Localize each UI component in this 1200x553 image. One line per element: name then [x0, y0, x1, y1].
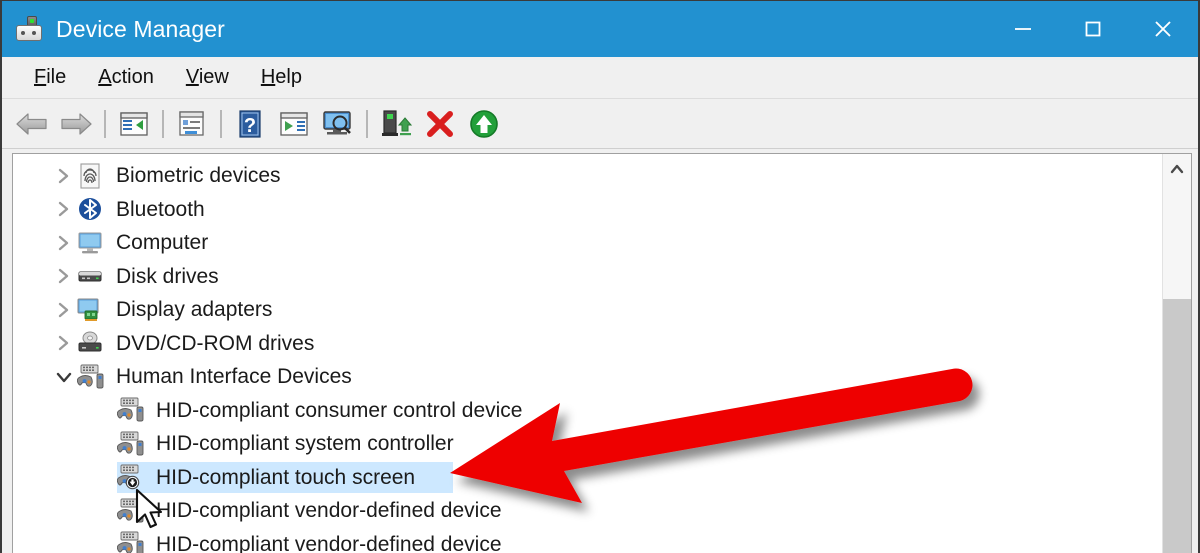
close-button[interactable] — [1128, 1, 1198, 57]
menu-label-rest: ction — [111, 66, 154, 88]
scan-for-hardware-changes-icon — [323, 110, 351, 134]
hid-device-icon — [116, 498, 147, 524]
hid-device-icon — [116, 431, 147, 457]
tree-row-hid-vendor-defined-2[interactable]: HID-compliant vendor-defined device — [13, 528, 1163, 553]
device-tree: Biometric devices Bluetooth Computer Dis… — [13, 154, 1163, 553]
tree-row-label: HID-compliant vendor-defined device — [156, 532, 502, 553]
maximize-button[interactable] — [1058, 1, 1128, 57]
display-adapter-icon — [77, 297, 107, 323]
tree-row-label: Computer — [116, 231, 209, 255]
action-menu-button[interactable] — [272, 104, 316, 144]
menu-item-help[interactable]: Help — [245, 64, 318, 91]
menu-accelerator: V — [185, 66, 199, 88]
tree-row-display-adapters[interactable]: Display adapters — [13, 293, 1163, 327]
disk-drive-icon — [77, 263, 107, 289]
menu-label-rest: elp — [275, 66, 302, 88]
tree-row-label: Disk drives — [116, 264, 219, 288]
title-bar[interactable]: Device Manager — [2, 1, 1198, 57]
hid-device-icon — [116, 531, 147, 553]
dvd-cdrom-drive-icon — [77, 330, 107, 356]
menu-item-action[interactable]: Action — [82, 64, 170, 91]
menu-label-rest: iew — [198, 66, 229, 88]
window-title: Device Manager — [56, 15, 225, 42]
chevron-right-icon[interactable] — [51, 167, 77, 185]
menu-item-file[interactable]: File — [18, 64, 82, 91]
menu-bar: File Action View Help — [2, 57, 1198, 99]
red-x-uninstall-icon — [427, 110, 453, 137]
back-button[interactable] — [10, 104, 54, 144]
menu-item-view[interactable]: View — [170, 64, 245, 91]
tree-row-hid-touch-screen[interactable]: HID-compliant touch screen — [13, 461, 1163, 495]
separator-1 — [104, 109, 106, 138]
hid-device-icon — [76, 364, 107, 390]
computer-monitor-icon — [77, 230, 107, 256]
svg-text:?: ? — [244, 115, 256, 137]
menu-label-rest: ile — [46, 66, 67, 88]
separator-2 — [162, 109, 164, 138]
forward-button[interactable] — [54, 104, 98, 144]
chevron-right-icon[interactable] — [51, 234, 77, 252]
minimize-button[interactable] — [988, 1, 1058, 57]
separator-4 — [366, 109, 368, 138]
properties-icon — [179, 110, 204, 136]
scrollbar-thumb[interactable] — [1163, 299, 1191, 553]
tree-row-label: DVD/CD-ROM drives — [116, 331, 315, 355]
bluetooth-icon — [77, 196, 107, 222]
tree-row-computer[interactable]: Computer — [13, 226, 1163, 260]
tree-row-hid-vendor-defined-1[interactable]: HID-compliant vendor-defined device — [13, 494, 1163, 528]
show-hide-console-tree-icon — [120, 111, 148, 136]
chevron-down-icon[interactable] — [51, 370, 77, 384]
forward-arrow-icon — [61, 112, 92, 135]
scrollbar-track[interactable] — [1163, 184, 1191, 553]
tree-row-disk-drives[interactable]: Disk drives — [13, 260, 1163, 294]
separator-3 — [220, 109, 222, 138]
properties-button[interactable] — [170, 104, 214, 144]
device-manager-window: Device Manager File Action View Help ? B… — [0, 0, 1200, 553]
tree-row-label: HID-compliant consumer control device — [156, 398, 523, 422]
device-tree-pane: Biometric devices Bluetooth Computer Dis… — [12, 153, 1192, 553]
tree-row-label: Display adapters — [116, 298, 273, 322]
device-manager-icon — [16, 16, 42, 42]
help-button[interactable]: ? — [228, 104, 272, 144]
tree-row-hid-system-controller[interactable]: HID-compliant system controller — [13, 427, 1163, 461]
menu-accelerator: A — [98, 66, 112, 88]
tree-row-human-interface-devices[interactable]: Human Interface Devices — [13, 360, 1163, 394]
show-hide-tree-button[interactable] — [112, 104, 156, 144]
vertical-scrollbar[interactable] — [1162, 154, 1191, 553]
update-driver-icon — [382, 109, 412, 136]
tree-row-bluetooth[interactable]: Bluetooth — [13, 193, 1163, 227]
menu-accelerator: H — [260, 66, 276, 88]
show-action-pane-icon — [280, 111, 308, 136]
help-question-icon: ? — [239, 109, 261, 138]
tree-row-label: Biometric devices — [116, 164, 281, 188]
enable-device-button[interactable] — [462, 104, 506, 144]
back-arrow-icon — [16, 112, 47, 135]
tree-row-label: HID-compliant vendor-defined device — [156, 499, 502, 523]
chevron-right-icon[interactable] — [51, 267, 77, 285]
green-up-arrow-enable-icon — [470, 109, 498, 138]
window-controls — [988, 1, 1198, 57]
tree-row-hid-consumer-control[interactable]: HID-compliant consumer control device — [13, 394, 1163, 428]
scroll-up-arrow-icon[interactable] — [1163, 154, 1191, 184]
tree-row-biometric-devices[interactable]: Biometric devices — [13, 159, 1163, 193]
tree-row-dvd-cdrom-drives[interactable]: DVD/CD-ROM drives — [13, 327, 1163, 361]
hid-device-icon — [116, 397, 147, 423]
tree-row-label: Human Interface Devices — [116, 365, 352, 389]
update-driver-button[interactable] — [374, 104, 418, 144]
chevron-right-icon[interactable] — [51, 301, 77, 319]
chevron-right-icon[interactable] — [51, 334, 77, 352]
scan-hardware-button[interactable] — [316, 104, 360, 144]
toolbar: ? — [2, 99, 1198, 149]
menu-accelerator: F — [34, 66, 47, 88]
hid-device-disabled-icon — [116, 464, 147, 490]
uninstall-button[interactable] — [418, 104, 462, 144]
chevron-right-icon[interactable] — [51, 200, 77, 218]
biometric-fingerprint-icon — [77, 163, 107, 189]
tree-row-label: Bluetooth — [116, 197, 205, 221]
tree-row-label: HID-compliant touch screen — [156, 465, 416, 489]
tree-row-label: HID-compliant system controller — [156, 432, 454, 456]
